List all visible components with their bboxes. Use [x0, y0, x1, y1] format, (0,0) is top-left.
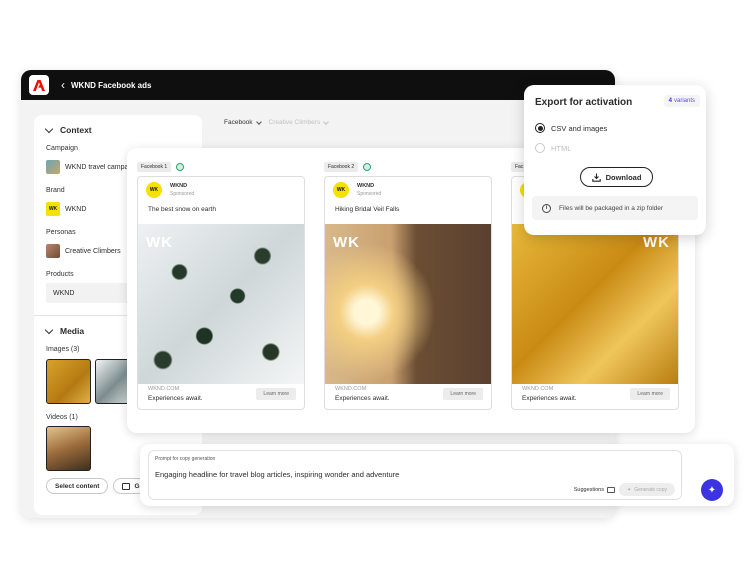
- wk-watermark: WK: [333, 234, 360, 251]
- ai-assistant-button[interactable]: ✦: [701, 479, 723, 501]
- variants-label: variants: [673, 98, 695, 104]
- radio-selected-icon: [535, 123, 545, 133]
- generate-button-label: G: [134, 482, 140, 490]
- option-html[interactable]: HTML: [535, 143, 571, 153]
- sponsored-label: Sponsored: [170, 191, 195, 197]
- card-footer: WKND.COM Experiences await. Learn more: [138, 382, 304, 409]
- app-title: WKND Facebook ads: [71, 80, 152, 90]
- export-popover: Export for activation 4 variants CSV and …: [524, 85, 706, 235]
- ad-image-climber: WK: [325, 224, 491, 384]
- select-content-button[interactable]: Select content: [46, 478, 109, 494]
- prompt-input[interactable]: Prompt for copy generation Engaging head…: [148, 450, 682, 500]
- brand-avatar: WK: [146, 182, 162, 198]
- chevron-down-icon: [255, 118, 262, 125]
- back-button[interactable]: ‹: [61, 78, 65, 92]
- variant-tag: Facebook 1: [137, 162, 305, 172]
- ad-card[interactable]: WK WKND Sponsored The best snow on earth…: [137, 176, 305, 410]
- option-csv[interactable]: CSV and images: [535, 123, 607, 133]
- variant-column-2: Facebook 2 WK WKND Sponsored Hiking Brid…: [324, 162, 492, 410]
- chevron-down-icon: [44, 124, 54, 133]
- chevron-down-icon: [323, 118, 330, 125]
- learn-more-button[interactable]: Learn more: [443, 388, 483, 400]
- context-section-toggle[interactable]: Context: [44, 124, 190, 135]
- context-title: Context: [60, 125, 92, 135]
- ad-card[interactable]: WK WKND Sponsored Hiking Bridal Veil Fal…: [324, 176, 492, 410]
- variant-tag-label: Facebook 2: [324, 162, 359, 172]
- info-message: i Files will be packaged in a zip folder: [532, 196, 698, 220]
- media-title: Media: [60, 326, 85, 336]
- learn-more-button[interactable]: Learn more: [256, 388, 296, 400]
- info-text: Files will be packaged in a zip folder: [559, 204, 664, 212]
- prompt-text: Engaging headline for travel blog articl…: [155, 470, 400, 479]
- option-html-label: HTML: [551, 143, 572, 153]
- info-icon: i: [542, 203, 551, 213]
- prompt-label: Prompt for copy generation: [155, 456, 216, 462]
- card-header: WK WKND Sponsored: [325, 177, 491, 203]
- download-label: Download: [605, 172, 642, 182]
- sponsored-label: Sponsored: [357, 191, 382, 197]
- card-footer: WKND.COM Experiences await. Learn more: [325, 382, 491, 409]
- card-brand-name: WKND: [170, 183, 188, 189]
- card-brand: WKND Sponsored: [170, 183, 194, 197]
- suggestions-label: Suggestions: [573, 487, 604, 493]
- variant-tag-label: Facebook 1: [137, 162, 172, 172]
- sparkle-icon: ✦: [707, 484, 717, 496]
- breadcrumb: Facebook Creative Climbers: [224, 118, 330, 126]
- generate-copy-label: Generate copy: [634, 486, 667, 493]
- chevron-down-icon: [44, 325, 54, 334]
- variants-count: 4: [668, 98, 672, 104]
- card-headline: Hiking Bridal Veil Falls: [335, 206, 400, 213]
- image-thumbnail-desert[interactable]: [46, 359, 91, 404]
- video-thumbnail-climber[interactable]: [46, 426, 91, 471]
- card-brand-name: WKND: [357, 183, 375, 189]
- channel-filter[interactable]: Facebook: [224, 119, 253, 126]
- sparkle-icon: ✦: [626, 486, 632, 493]
- export-title: Export for activation: [535, 97, 633, 108]
- image-generate-icon: [122, 482, 131, 490]
- prompt-panel: Prompt for copy generation Engaging head…: [140, 444, 734, 506]
- ad-image-desert: WK: [512, 224, 678, 384]
- check-circle-icon: [176, 163, 185, 171]
- card-footer: WKND.COM Experiences await. Learn more: [512, 382, 678, 409]
- check-circle-icon: [363, 163, 372, 171]
- card-header: WK WKND Sponsored: [138, 177, 304, 203]
- adobe-logo-icon[interactable]: [29, 75, 49, 95]
- personas-value: Creative Climbers: [65, 247, 121, 255]
- generate-copy-button[interactable]: ✦ Generate copy: [618, 483, 675, 496]
- persona-filter[interactable]: Creative Climbers: [269, 119, 321, 126]
- learn-more-button[interactable]: Learn more: [630, 388, 670, 400]
- variant-column-1: Facebook 1 WK WKND Sponsored The best sn…: [137, 162, 305, 410]
- option-csv-label: CSV and images: [551, 123, 608, 133]
- card-brand: WKND Sponsored: [357, 183, 381, 197]
- wk-watermark: WK: [146, 234, 173, 251]
- suggestions-icon: [607, 487, 615, 493]
- campaign-thumbnail: [46, 160, 60, 174]
- variants-badge: 4 variants: [663, 95, 700, 107]
- download-icon: [591, 173, 601, 182]
- variant-tag: Facebook 2: [324, 162, 492, 172]
- card-headline: The best snow on earth: [148, 206, 216, 213]
- persona-avatar: [46, 244, 60, 258]
- wk-watermark: WK: [643, 234, 670, 251]
- suggestions-button[interactable]: Suggestions: [574, 487, 615, 493]
- brand-logo: WK: [46, 202, 60, 216]
- ad-image-snow: WK: [138, 224, 304, 384]
- brand-value: WKND: [65, 205, 87, 213]
- download-button[interactable]: Download: [580, 167, 653, 187]
- brand-avatar: WK: [333, 182, 349, 198]
- radio-unselected-icon: [535, 143, 545, 153]
